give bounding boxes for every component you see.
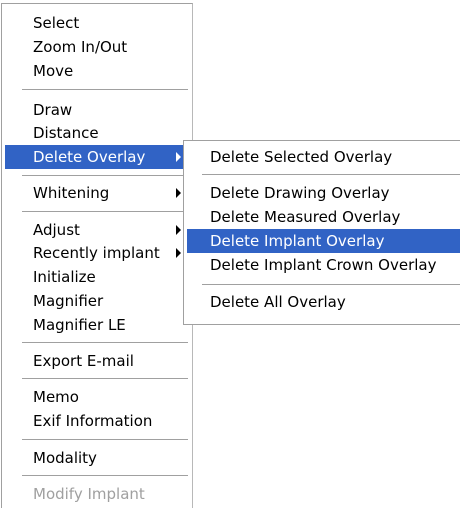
menu-item-label: Delete Overlay [33, 148, 146, 166]
menu-item-label: Recently implant [33, 244, 160, 262]
menu-item-delete-overlay[interactable]: Delete Overlay [5, 145, 189, 169]
submenu-item-label: Delete Selected Overlay [210, 148, 393, 166]
menu-item-label: Initialize [33, 268, 96, 286]
menu-separator [22, 475, 188, 477]
context-menu: Select Zoom In/Out Move Draw Distance De… [1, 3, 193, 508]
menu-item-modality[interactable]: Modality [5, 446, 189, 470]
menu-item-label: Magnifier [33, 292, 104, 310]
menu-item-distance[interactable]: Distance [5, 121, 189, 145]
menu-item-label: Adjust [33, 221, 80, 239]
menu-separator [22, 342, 188, 344]
submenu-arrow-icon [176, 188, 181, 198]
menu-item-adjust[interactable]: Adjust [5, 218, 189, 242]
submenu-item-label: Delete Drawing Overlay [210, 184, 390, 202]
menu-item-recently-implant[interactable]: Recently implant [5, 241, 189, 265]
submenu-item-delete-selected-overlay[interactable]: Delete Selected Overlay [187, 145, 460, 169]
menu-item-label: Memo [33, 388, 79, 406]
submenu-item-label: Delete Implant Crown Overlay [210, 256, 437, 274]
menu-item-memo[interactable]: Memo [5, 385, 189, 409]
submenu-item-delete-drawing-overlay[interactable]: Delete Drawing Overlay [187, 181, 460, 205]
menu-item-select[interactable]: Select [5, 11, 189, 35]
menu-item-label: Export E-mail [33, 352, 134, 370]
submenu-item-delete-measured-overlay[interactable]: Delete Measured Overlay [187, 205, 460, 229]
submenu-arrow-icon [176, 248, 181, 258]
menu-item-zoom-in-out[interactable]: Zoom In/Out [5, 35, 189, 59]
menu-separator [22, 211, 188, 213]
menu-item-label: Modify Implant [33, 485, 145, 503]
submenu-item-delete-all-overlay[interactable]: Delete All Overlay [187, 290, 460, 314]
menu-item-label: Draw [33, 101, 73, 119]
menu-item-label: Modality [33, 449, 97, 467]
menu-item-initialize[interactable]: Initialize [5, 265, 189, 289]
submenu-item-label: Delete Implant Overlay [210, 232, 385, 250]
menu-item-label: Magnifier LE [33, 316, 126, 334]
menu-separator [22, 439, 188, 441]
menu-separator [22, 89, 188, 91]
submenu-item-label: Delete All Overlay [210, 293, 346, 311]
menu-item-label: Whitening [33, 184, 110, 202]
menu-item-modify-implant: Modify Implant [5, 482, 189, 506]
menu-separator [22, 175, 188, 177]
menu-item-label: Exif Information [33, 412, 153, 430]
menu-item-export-email[interactable]: Export E-mail [5, 349, 189, 373]
menu-item-label: Select [33, 14, 80, 32]
menu-item-magnifier-le[interactable]: Magnifier LE [5, 313, 189, 337]
menu-item-move[interactable]: Move [5, 59, 189, 83]
submenu-arrow-icon [176, 225, 181, 235]
menu-item-draw[interactable]: Draw [5, 98, 189, 122]
submenu-item-delete-implant-crown-overlay[interactable]: Delete Implant Crown Overlay [187, 253, 460, 277]
menu-item-exif-information[interactable]: Exif Information [5, 409, 189, 433]
menu-separator [202, 174, 460, 176]
menu-item-label: Distance [33, 124, 99, 142]
menu-item-label: Zoom In/Out [33, 38, 128, 56]
menu-item-magnifier[interactable]: Magnifier [5, 289, 189, 313]
submenu-arrow-icon [176, 152, 181, 162]
submenu-item-delete-implant-overlay[interactable]: Delete Implant Overlay [187, 229, 460, 253]
menu-item-whitening[interactable]: Whitening [5, 181, 189, 205]
menu-item-label: Move [33, 62, 74, 80]
menu-separator [202, 284, 460, 286]
delete-overlay-submenu: Delete Selected Overlay Delete Drawing O… [183, 140, 460, 325]
menu-separator [22, 378, 188, 380]
submenu-item-label: Delete Measured Overlay [210, 208, 401, 226]
